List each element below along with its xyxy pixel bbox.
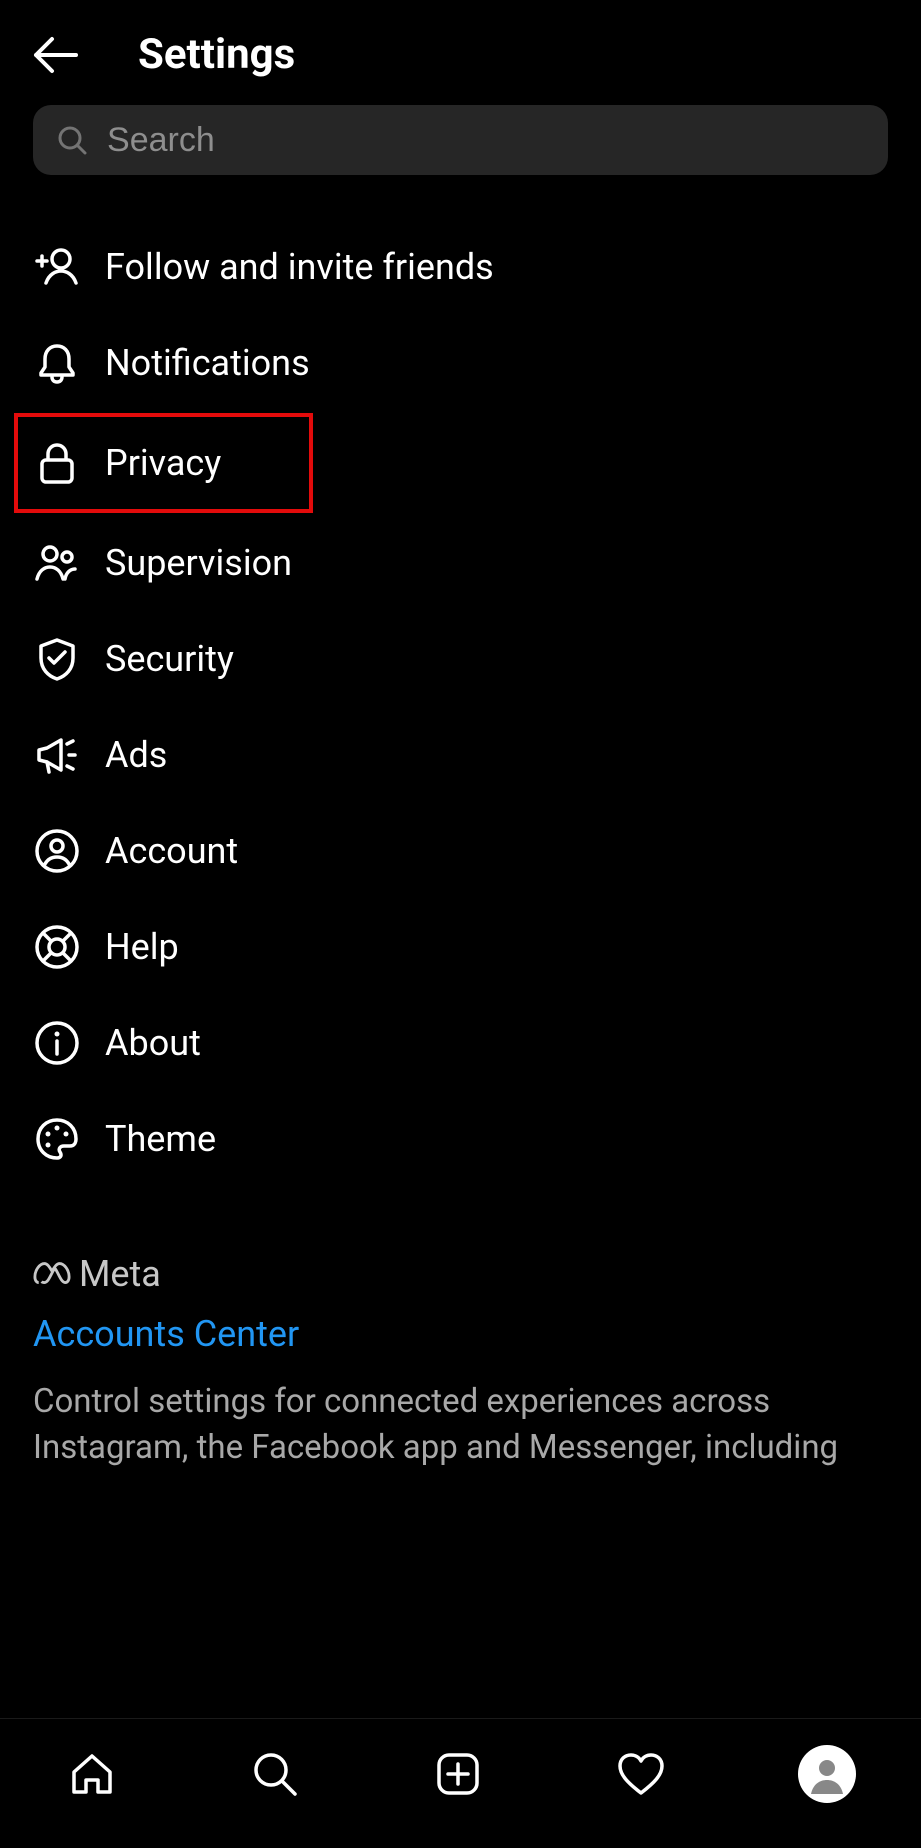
menu-item-follow-invite[interactable]: Follow and invite friends — [0, 219, 921, 315]
meta-section: Meta Accounts Center Control settings fo… — [0, 1203, 921, 1471]
page-title: Settings — [138, 30, 295, 79]
meta-description: Control settings for connected experienc… — [33, 1379, 888, 1471]
meta-logo-icon — [33, 1261, 71, 1287]
nav-search[interactable] — [249, 1748, 301, 1800]
people-icon — [33, 539, 81, 587]
home-icon — [68, 1750, 116, 1798]
menu-item-ads[interactable]: Ads — [0, 707, 921, 803]
meta-logo: Meta — [33, 1253, 888, 1295]
heart-icon — [616, 1751, 666, 1797]
menu-label: About — [105, 1022, 201, 1064]
menu-label: Security — [105, 638, 234, 680]
nav-create[interactable] — [432, 1748, 484, 1800]
menu-item-account[interactable]: Account — [0, 803, 921, 899]
search-input[interactable] — [107, 121, 864, 160]
nav-profile[interactable] — [798, 1745, 856, 1803]
menu-item-supervision[interactable]: Supervision — [0, 515, 921, 611]
menu-label: Notifications — [105, 342, 310, 384]
palette-icon — [33, 1115, 81, 1163]
menu-item-notifications[interactable]: Notifications — [0, 315, 921, 411]
menu-item-help[interactable]: Help — [0, 899, 921, 995]
help-ring-icon — [33, 923, 81, 971]
user-circle-icon — [33, 827, 81, 875]
back-button[interactable] — [32, 32, 78, 78]
menu-item-about[interactable]: About — [0, 995, 921, 1091]
shield-check-icon — [33, 635, 81, 683]
settings-menu: Follow and invite friends Notifications … — [0, 203, 921, 1203]
plus-square-icon — [434, 1750, 482, 1798]
search-icon — [251, 1750, 299, 1798]
avatar-icon — [805, 1752, 849, 1796]
accounts-center-link[interactable]: Accounts Center — [33, 1313, 888, 1355]
megaphone-icon — [33, 731, 81, 779]
arrow-left-icon — [32, 36, 78, 74]
menu-label: Account — [105, 830, 238, 872]
info-icon — [33, 1019, 81, 1067]
menu-label: Ads — [105, 734, 167, 776]
menu-label: Theme — [105, 1118, 216, 1160]
menu-item-theme[interactable]: Theme — [0, 1091, 921, 1187]
meta-brand-text: Meta — [79, 1253, 161, 1295]
menu-label: Supervision — [105, 542, 292, 584]
menu-label: Help — [105, 926, 179, 968]
menu-item-security[interactable]: Security — [0, 611, 921, 707]
nav-home[interactable] — [66, 1748, 118, 1800]
follow-invite-icon — [33, 243, 81, 291]
search-icon — [57, 124, 87, 156]
search-bar[interactable] — [33, 105, 888, 175]
menu-item-privacy[interactable]: Privacy — [16, 415, 311, 511]
lock-icon — [33, 439, 81, 487]
bell-icon — [33, 339, 81, 387]
bottom-nav — [0, 1718, 921, 1848]
nav-activity[interactable] — [615, 1748, 667, 1800]
menu-label: Follow and invite friends — [105, 246, 494, 288]
menu-label: Privacy — [105, 442, 221, 484]
